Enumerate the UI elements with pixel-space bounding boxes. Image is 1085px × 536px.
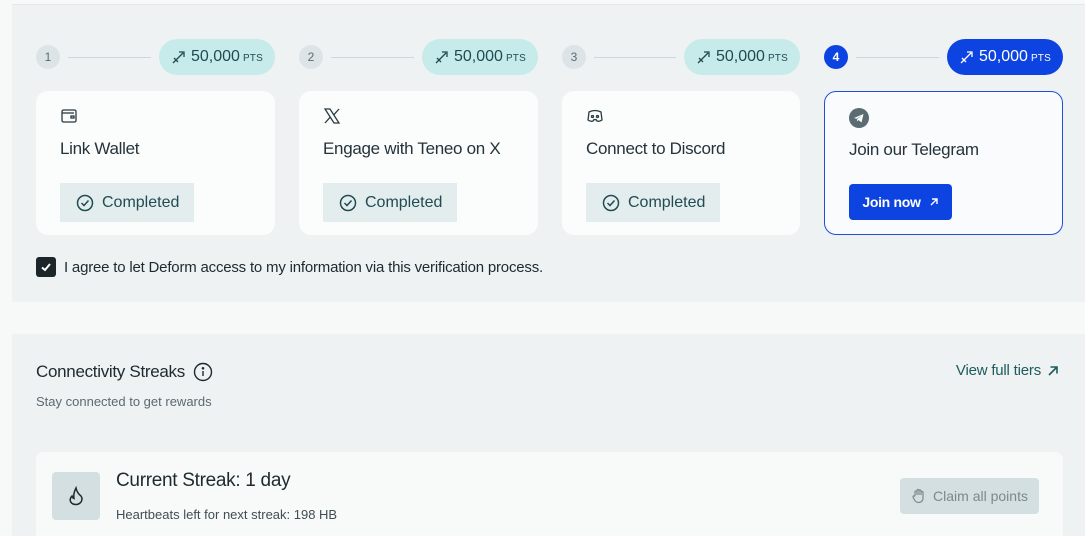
claim-label: Claim all points: [933, 488, 1028, 504]
step-header-3: 3 50,000 PTS: [562, 39, 800, 75]
step-number: 2: [299, 45, 323, 69]
task-card-discord: Connect to Discord Completed: [562, 91, 800, 235]
points-value: 50,000: [454, 48, 503, 65]
step-header-2: 2 50,000 PTS: [299, 39, 538, 75]
task-card-telegram: Join our Telegram Join now: [824, 91, 1063, 235]
step-number: 1: [36, 45, 60, 69]
status-label: Completed: [365, 193, 443, 211]
step-connector: [68, 56, 151, 58]
sparkle-rocket-icon: [435, 51, 448, 64]
view-tiers-label: View full tiers: [955, 362, 1041, 379]
check-circle-icon: [602, 194, 620, 211]
sparkle-rocket-icon: [697, 51, 710, 64]
step-connector: [856, 56, 939, 58]
claim-all-points-button[interactable]: Claim all points: [900, 478, 1039, 514]
check-circle-icon: [339, 194, 357, 211]
step-header-4: 4 50,000 PTS: [824, 39, 1063, 75]
view-full-tiers-link[interactable]: View full tiers: [956, 362, 1059, 379]
streak-title-text: Connectivity Streaks: [36, 362, 185, 381]
points-value: 50,000: [191, 48, 240, 65]
status-label: Completed: [628, 193, 706, 211]
streak-subtitle: Stay connected to get rewards: [36, 394, 212, 409]
arrow-up-right-icon: [930, 198, 938, 206]
flame-icon: [69, 486, 83, 506]
discord-icon: [587, 109, 603, 122]
step-connector: [594, 56, 676, 58]
agreement-row[interactable]: I agree to let Deform access to my infor…: [36, 257, 543, 277]
heartbeats-left-text: Heartbeats left for next streak: 198 HB: [116, 507, 338, 522]
points-unit: PTS: [1030, 53, 1051, 64]
tasks-panel: 1 50,000 PTS 2 50,000 PTS 3 50,000 PTS 4 50…: [12, 4, 1085, 302]
checkmark-icon: [41, 263, 51, 272]
step-header-1: 1 50,000 PTS: [36, 39, 275, 75]
join-now-label: Join now: [862, 194, 921, 210]
task-title: Link Wallet: [60, 139, 140, 158]
points-value: 50,000: [979, 48, 1028, 65]
agreement-checkbox[interactable]: [36, 257, 56, 277]
completed-badge: Completed: [60, 183, 194, 222]
task-card-link-wallet: Link Wallet Completed: [36, 91, 275, 235]
agreement-text: I agree to let Deform access to my infor…: [64, 258, 543, 276]
points-unit: PTS: [505, 53, 526, 64]
telegram-icon: [849, 108, 869, 128]
step-connector: [331, 56, 414, 58]
info-icon[interactable]: [193, 362, 213, 382]
flame-badge: [52, 472, 100, 520]
sparkle-rocket-icon: [172, 51, 185, 64]
streak-panel: Connectivity Streaks Stay connected to g…: [12, 334, 1085, 536]
current-streak-text: Current Streak: 1 day: [116, 470, 291, 491]
hand-icon: [912, 488, 924, 504]
join-now-button[interactable]: Join now: [849, 184, 952, 220]
completed-badge: Completed: [323, 183, 457, 222]
check-circle-icon: [76, 194, 94, 211]
points-badge: 50,000 PTS: [159, 39, 275, 75]
points-badge: 50,000 PTS: [947, 39, 1063, 75]
step-number: 3: [562, 45, 586, 69]
points-unit: PTS: [767, 53, 788, 64]
arrow-up-right-icon: [1048, 365, 1058, 376]
points-badge: 50,000 PTS: [422, 39, 538, 75]
streak-section-title: Connectivity Streaks: [36, 362, 213, 382]
step-number: 4: [824, 45, 848, 69]
task-title: Engage with Teneo on X: [323, 139, 501, 158]
current-streak-card: Current Streak: 1 day Heartbeats left fo…: [36, 452, 1063, 536]
x-logo-icon: [323, 108, 341, 124]
completed-badge: Completed: [586, 183, 720, 222]
sparkle-rocket-icon: [960, 51, 973, 64]
points-badge: 50,000 PTS: [684, 39, 800, 75]
points-value: 50,000: [716, 48, 765, 65]
task-card-engage-x: Engage with Teneo on X Completed: [299, 91, 538, 235]
task-title: Join our Telegram: [849, 140, 979, 159]
status-label: Completed: [102, 193, 180, 211]
points-unit: PTS: [242, 53, 263, 64]
wallet-icon: [61, 109, 77, 123]
task-title: Connect to Discord: [586, 139, 726, 158]
